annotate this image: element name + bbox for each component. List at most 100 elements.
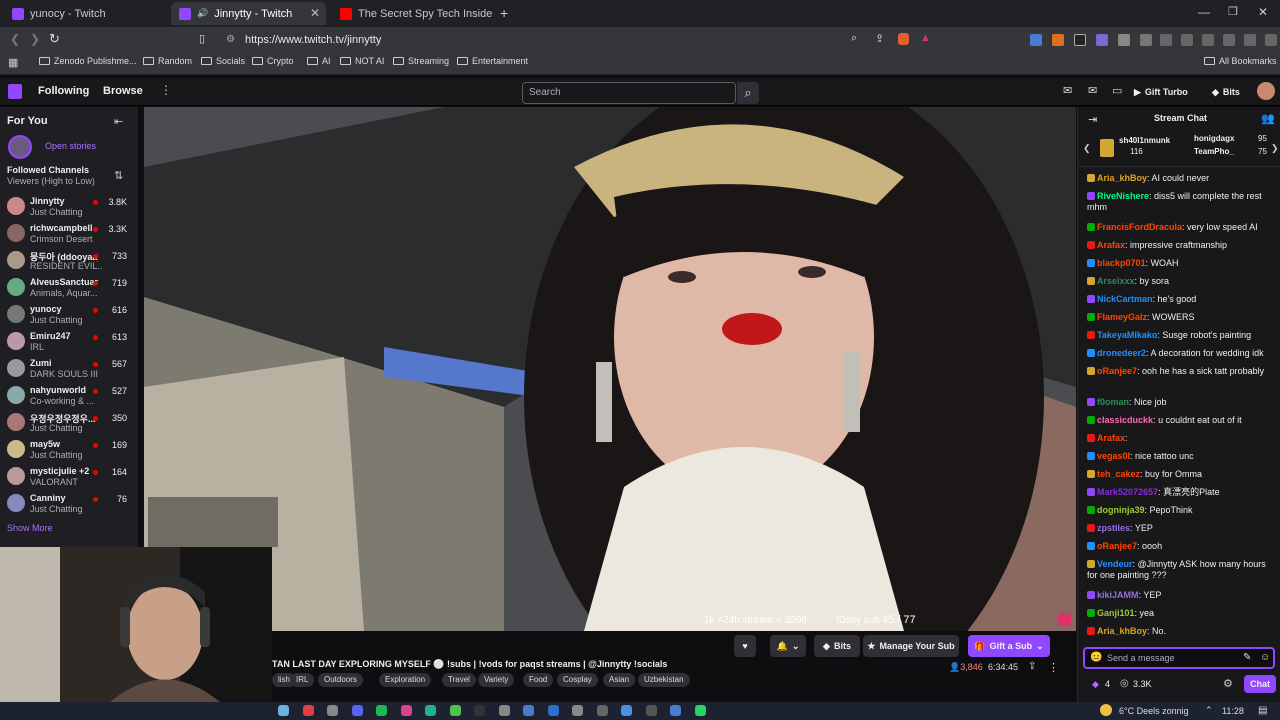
sidebar-channel[interactable]: Emiru247 IRL 613 xyxy=(0,328,138,355)
brave-shield-icon[interactable] xyxy=(898,33,909,45)
app-icon[interactable] xyxy=(596,705,608,716)
chat-username[interactable]: vegas0l xyxy=(1097,451,1130,461)
bookmark-folder[interactable]: Socials xyxy=(201,56,245,66)
chevron-left-icon[interactable]: ❮ xyxy=(1083,143,1091,154)
chat-settings-icon[interactable]: ⚙ xyxy=(1223,677,1233,690)
new-tab-button[interactable]: + xyxy=(500,5,508,21)
bookmark-folder[interactable]: Streaming xyxy=(393,56,449,66)
chat-username[interactable]: classicduckk xyxy=(1097,415,1153,425)
app-icon[interactable] xyxy=(400,705,412,716)
shield-icon[interactable] xyxy=(1244,34,1256,46)
stream-tag[interactable]: Cosplay xyxy=(557,673,598,687)
chat-username[interactable]: dogninja39 xyxy=(1097,505,1145,515)
chat-username[interactable]: oRanjee7 xyxy=(1097,366,1137,376)
sidebar-channel[interactable]: Jinnytty Just Chatting 3.8K xyxy=(0,193,138,220)
chrome-icon[interactable] xyxy=(498,705,510,716)
notification-bell-button[interactable]: 🔔 ⌄ xyxy=(770,635,806,657)
chat-username[interactable]: Arafax xyxy=(1097,240,1125,250)
apps-grid-icon[interactable]: ▦ xyxy=(8,56,18,69)
extension-icon[interactable] xyxy=(1052,34,1064,46)
chat-username[interactable]: FlameyGalz xyxy=(1097,312,1147,322)
steam-icon[interactable] xyxy=(670,705,681,716)
nav-browse[interactable]: Browse xyxy=(103,85,143,97)
chat-username[interactable]: Arseixxx xyxy=(1097,276,1135,286)
chat-username[interactable]: dronedeer2 xyxy=(1097,348,1146,358)
follow-button[interactable]: ♥ xyxy=(734,635,756,657)
extension-icon[interactable] xyxy=(1030,34,1042,46)
stream-tag[interactable]: Exploration xyxy=(379,673,432,687)
manage-sub-button[interactable]: ★ Manage Your Sub xyxy=(863,635,959,657)
bits-cheer-button[interactable]: ◆ Bits xyxy=(814,635,860,657)
back-icon[interactable]: ❮ xyxy=(10,32,20,46)
url-field[interactable]: ⚙ https://www.twitch.tv/jinnytty xyxy=(220,30,940,50)
extension-icon[interactable] xyxy=(1140,34,1152,46)
bookmark-icon[interactable]: ▯ xyxy=(199,32,205,45)
tab-youtube[interactable]: The Secret Spy Tech Inside Every Cre xyxy=(332,2,492,25)
video-player[interactable]: 1k =24h stream = 3208 !Daily sub 45 / 77 xyxy=(144,107,1076,631)
maximize-button[interactable]: ❐ xyxy=(1228,5,1238,18)
app-icon[interactable] xyxy=(621,705,632,716)
minimize-button[interactable]: — xyxy=(1198,5,1210,19)
chat-username[interactable]: RiveNishere xyxy=(1097,191,1149,201)
chat-input[interactable]: 😐 Send a message ✎ ☺ xyxy=(1083,647,1275,669)
sidebar-channel[interactable]: 뭉두아 (ddooyaa) RESIDENT EVIL... 733 xyxy=(0,247,138,274)
whispers-icon[interactable]: ✉ xyxy=(1088,84,1097,97)
more-menu-icon[interactable]: ⋮ xyxy=(160,83,172,97)
community-icon[interactable]: 👥 xyxy=(1261,112,1275,125)
chat-username[interactable]: Ganji101 xyxy=(1097,608,1135,618)
brave-icon[interactable] xyxy=(302,705,314,716)
chat-username[interactable]: f0oman xyxy=(1097,397,1129,407)
all-bookmarks[interactable]: All Bookmarks xyxy=(1204,56,1277,66)
tab-yunocy[interactable]: yunocy - Twitch xyxy=(4,2,169,25)
chat-username[interactable]: zpstiles xyxy=(1097,523,1130,533)
emote-avatar-icon[interactable]: 😐 xyxy=(1090,652,1102,663)
wallet-icon[interactable] xyxy=(1202,34,1214,46)
file-explorer-icon[interactable] xyxy=(278,705,289,716)
sort-icon[interactable]: ⇅ xyxy=(114,169,123,182)
bookmark-folder[interactable]: NOT AI xyxy=(340,56,384,66)
stream-tag[interactable]: Uzbekistan xyxy=(638,673,690,687)
show-more-link[interactable]: Show More xyxy=(7,523,53,533)
extension-icon[interactable] xyxy=(1096,34,1108,46)
bookmark-folder[interactable]: Entertainment xyxy=(457,56,528,66)
gift-sub-button[interactable]: 🎁 Gift a Sub ⌄ xyxy=(968,635,1050,657)
close-tab-icon[interactable]: ✕ xyxy=(310,6,320,20)
app-icon[interactable] xyxy=(425,705,436,716)
chat-username[interactable]: NickCartman xyxy=(1097,294,1153,304)
sidebar-channel[interactable]: may5w Just Chatting 169 xyxy=(0,436,138,463)
channel-points-icon[interactable]: ◎ xyxy=(1120,678,1129,689)
sidebar-channel[interactable]: Zumi DARK SOULS III 567 xyxy=(0,355,138,382)
app-icon[interactable] xyxy=(327,705,338,716)
search-input[interactable]: Search xyxy=(522,82,736,104)
user-avatar[interactable] xyxy=(1257,82,1275,100)
app-icon[interactable] xyxy=(645,705,657,716)
stream-tag[interactable]: Travel xyxy=(442,673,476,687)
chat-username[interactable]: FrancisFordDracula xyxy=(1097,222,1182,232)
puzzle-icon[interactable] xyxy=(1118,34,1130,46)
chat-username[interactable]: kikiJAMM xyxy=(1097,590,1139,600)
bookmark-folder[interactable]: Random xyxy=(143,56,192,66)
share-icon[interactable]: ⇪ xyxy=(875,32,884,45)
chat-username[interactable]: teh_cakez xyxy=(1097,469,1140,479)
chat-username[interactable]: Arafax xyxy=(1097,433,1125,443)
share-icon[interactable]: ⇪ xyxy=(1028,661,1036,672)
extension-icon[interactable] xyxy=(1074,34,1086,46)
chat-username[interactable]: oRanjee7 xyxy=(1097,541,1137,551)
sidebar-channel[interactable]: mysticjulie +2 VALORANT 164 xyxy=(0,463,138,490)
sidebar-channel[interactable]: AlveusSanctuary Animals, Aquar... 719 xyxy=(0,274,138,301)
search-button[interactable]: ⌕ xyxy=(737,82,759,104)
more-options-icon[interactable]: ⋮ xyxy=(1048,661,1059,674)
stream-tag[interactable]: Food xyxy=(523,673,554,687)
sidebar-channel[interactable]: nahyunworld Co-working & ... 527 xyxy=(0,382,138,409)
sidebar-toggle-icon[interactable] xyxy=(1181,34,1193,46)
menu-icon[interactable] xyxy=(1265,34,1277,46)
music-icon[interactable] xyxy=(1160,34,1172,46)
whatsapp-icon[interactable] xyxy=(694,705,706,716)
inbox-icon[interactable]: ✉ xyxy=(1063,84,1072,97)
collapse-chat-icon[interactable]: ⇥ xyxy=(1088,113,1097,126)
stream-tag[interactable]: Variety xyxy=(478,673,515,687)
chevron-right-icon[interactable]: ❯ xyxy=(1271,143,1279,154)
notifications-icon[interactable]: ▭ xyxy=(1112,84,1122,97)
emote-picker-icon[interactable]: ☺ xyxy=(1260,652,1270,663)
app-icon[interactable] xyxy=(572,705,583,716)
